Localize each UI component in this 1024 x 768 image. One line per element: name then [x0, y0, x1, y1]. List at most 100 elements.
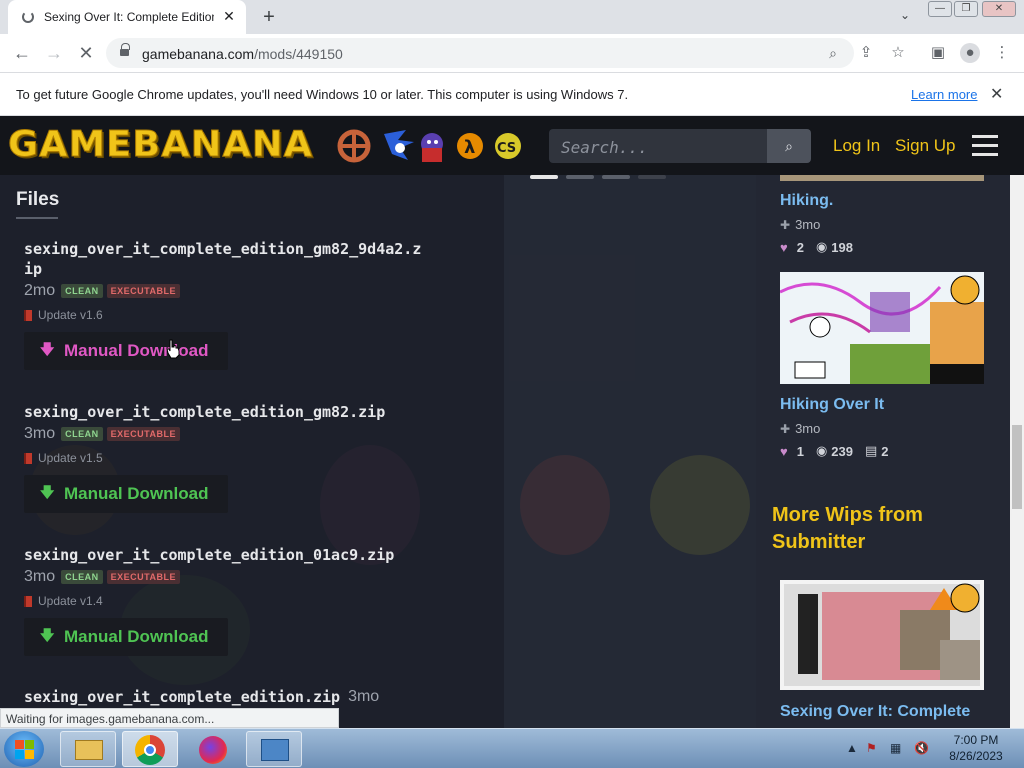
explorer-taskbar-button[interactable] [60, 731, 116, 767]
tab-search-icon[interactable]: ⌄ [896, 8, 914, 26]
gamebanana-logo[interactable]: GAMEBANANA [7, 126, 313, 163]
update-link[interactable]: Update v1.6 [38, 308, 103, 322]
file-age: 3mo [348, 688, 380, 705]
clock-time: 7:00 PM [953, 733, 999, 747]
share-icon[interactable]: ⇪ [856, 43, 876, 63]
search-icon: ⌕ [785, 138, 793, 154]
system-clock[interactable]: 7:00 PM 8/26/2023 [938, 732, 1014, 764]
sonic-game-icon[interactable] [384, 130, 414, 160]
address-bar[interactable]: gamebanana.com/mods/449150 ⌕ [106, 38, 854, 68]
update-link[interactable]: Update v1.4 [38, 594, 103, 608]
executable-badge: EXECUTABLE [106, 284, 180, 298]
search-input[interactable]: Search... [549, 129, 767, 163]
lock-icon [120, 43, 130, 58]
page-content: Files sexing_over_it_complete_edition_gm… [0, 175, 1010, 728]
close-window-button[interactable]: ✕ [982, 1, 1016, 17]
stop-loading-icon[interactable]: ✕ [74, 41, 98, 65]
sidebar-item-stats: ♥ 1 ◉ 239 ▤ 2 [780, 443, 889, 459]
carousel-dot-active[interactable] [530, 175, 558, 179]
hiking-over-it-thumbnail[interactable] [780, 272, 984, 384]
manual-download-button[interactable]: 🡇 Manual Download [24, 332, 228, 370]
sidebar-item-title[interactable]: Hiking. [780, 192, 833, 210]
tab-strip: Sexing Over It: Complete Edition ✕ + ⌄ —… [0, 0, 1024, 34]
manual-download-button[interactable]: 🡇 Manual Download [24, 618, 228, 656]
status-bubble: Waiting for images.gamebanana.com... [0, 708, 339, 728]
file-age: 2mo [24, 282, 56, 299]
new-tab-button[interactable]: + [258, 6, 280, 28]
hamburger-menu-icon[interactable] [972, 135, 998, 157]
svg-text:λ: λ [464, 137, 475, 158]
tab-close-icon[interactable]: ✕ [220, 7, 238, 25]
control-panel-icon [261, 739, 289, 761]
update-link[interactable]: Update v1.5 [38, 451, 103, 465]
half-life-game-icon[interactable]: λ [457, 133, 483, 159]
show-hidden-icons[interactable]: ▲ [846, 741, 858, 755]
file-age: 3mo [24, 568, 56, 585]
files-heading: Files [16, 189, 60, 210]
tf2-game-icon[interactable] [337, 129, 371, 163]
minimize-button[interactable]: — [928, 1, 952, 17]
plus-icon: ✚ [780, 217, 791, 232]
file-name: sexing_over_it_complete_edition_gm82.zip [24, 403, 386, 421]
menu-dots-icon[interactable]: ⋮ [992, 43, 1012, 63]
download-label: Manual Download [64, 484, 209, 503]
carousel-dot[interactable] [638, 175, 666, 179]
bookmark-star-icon[interactable]: ☆ [888, 43, 908, 63]
sidebar-item-title[interactable]: Hiking Over It [780, 396, 884, 414]
download-arrow-icon: 🡇 [40, 341, 55, 357]
site-header: GAMEBANANA λ CS Search... ⌕ Log In Sign … [0, 116, 1024, 175]
maximize-button[interactable]: ❐ [954, 1, 978, 17]
control-panel-taskbar-button[interactable] [246, 731, 302, 767]
comments-icon: ▤ [865, 443, 878, 458]
windows-taskbar: ▲ ⚑ ▦ 🔇 7:00 PM 8/26/2023 [0, 728, 1024, 768]
sidebar-item-age: ✚ 3mo [780, 421, 821, 436]
browser-tab[interactable]: Sexing Over It: Complete Edition ✕ [8, 0, 246, 34]
update-icon [24, 309, 32, 321]
hand-cursor-icon [166, 339, 180, 359]
sidebar-item-title[interactable]: Sexing Over It: Complete [780, 703, 970, 721]
learn-more-link[interactable]: Learn more [911, 87, 977, 102]
profile-avatar-icon[interactable]: ● [960, 43, 980, 63]
sidebar-item-stats: ♥ 2 ◉ 198 [780, 239, 853, 255]
url-host: gamebanana.com [142, 46, 255, 62]
sexing-over-it-thumbnail[interactable] [780, 580, 984, 690]
browser-toolbar: ← → ✕ gamebanana.com/mods/449150 ⌕ ⇪ ☆ ▣… [0, 34, 1024, 72]
firefox-icon [199, 736, 227, 764]
chrome-icon [135, 735, 165, 765]
volume-muted-icon[interactable]: 🔇 [914, 741, 929, 755]
login-link[interactable]: Log In [833, 136, 880, 156]
game-icons-row: λ CS [337, 129, 521, 163]
infobar-close-icon[interactable]: ✕ [990, 84, 1003, 104]
network-icon[interactable]: ▦ [890, 741, 901, 755]
file-entry: sexing_over_it_complete_edition.zip 3mo [24, 687, 444, 707]
chrome-taskbar-button[interactable] [122, 731, 178, 767]
screen: { "browser": { "tab_title": "Sexing Over… [0, 0, 1024, 768]
heart-icon: ♥ [780, 443, 788, 459]
cs-game-icon[interactable]: CS [495, 133, 521, 159]
heart-icon: ♥ [780, 239, 788, 255]
back-arrow-icon[interactable]: ← [10, 41, 34, 65]
signup-link[interactable]: Sign Up [895, 136, 955, 156]
update-icon [24, 595, 32, 607]
hiking-thumbnail[interactable] [780, 175, 984, 181]
loading-spinner-icon [22, 11, 34, 23]
update-icon [24, 452, 32, 464]
page-scrollbar[interactable] [1010, 175, 1024, 728]
zoom-search-icon[interactable]: ⌕ [824, 44, 842, 62]
carousel-dot[interactable] [566, 175, 594, 179]
start-button[interactable] [4, 731, 44, 767]
search-button[interactable]: ⌕ [767, 129, 811, 163]
plus-icon: ✚ [780, 421, 791, 436]
scrollbar-thumb[interactable] [1012, 425, 1022, 509]
clean-badge: CLEAN [61, 570, 103, 584]
file-age: 3mo [24, 425, 56, 442]
manual-download-button[interactable]: 🡇 Manual Download [24, 475, 228, 513]
forward-arrow-icon[interactable]: → [42, 41, 66, 65]
fnf-game-icon[interactable] [421, 133, 443, 162]
file-name: sexing_over_it_complete_edition_gm82_9d4… [24, 240, 422, 278]
firefox-taskbar-button[interactable] [184, 731, 240, 767]
side-panel-icon[interactable]: ▣ [928, 43, 948, 63]
carousel-dot[interactable] [602, 175, 630, 179]
download-arrow-icon: 🡇 [40, 627, 55, 643]
action-center-icon[interactable]: ⚑ [866, 741, 877, 755]
